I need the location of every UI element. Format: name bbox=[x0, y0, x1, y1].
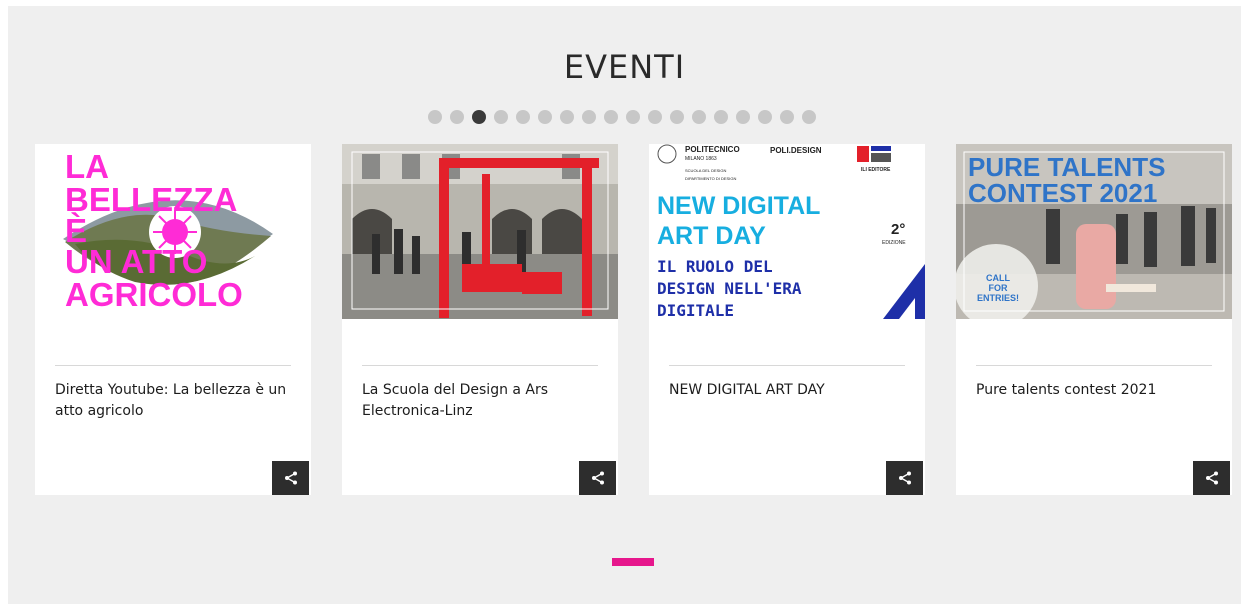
image-subhead: IL RUOLO DEL bbox=[657, 257, 773, 276]
pagination-dot[interactable] bbox=[604, 110, 618, 124]
pagination-dot[interactable] bbox=[714, 110, 728, 124]
event-image[interactable]: POLITECNICO MILANO 1863 SCUOLA DEL DESIG… bbox=[649, 144, 925, 319]
pagination-dot[interactable] bbox=[692, 110, 706, 124]
logo-text: POLI.DESIGN bbox=[770, 146, 822, 155]
carousel-pagination bbox=[428, 110, 816, 124]
share-button[interactable] bbox=[1193, 461, 1230, 495]
event-image[interactable]: LA BELLEZZA È UN ATTO AGRICOLO bbox=[35, 144, 311, 319]
event-image[interactable] bbox=[342, 144, 618, 319]
pagination-dot[interactable] bbox=[670, 110, 684, 124]
event-title[interactable]: La Scuola del Design a Ars Electronica-L… bbox=[362, 380, 600, 422]
image-subhead: DIGITALE bbox=[657, 301, 734, 319]
active-indicator bbox=[612, 558, 654, 566]
logo-subtext: SCUOLA DEL DESIGN bbox=[685, 168, 727, 173]
logo-text: ILI EDITORE bbox=[861, 167, 891, 173]
event-title[interactable]: Pure talents contest 2021 bbox=[976, 380, 1214, 401]
share-icon bbox=[284, 471, 297, 485]
pagination-dot-active[interactable] bbox=[472, 110, 486, 124]
share-icon bbox=[1205, 471, 1218, 485]
pagination-dot[interactable] bbox=[516, 110, 530, 124]
event-card[interactable]: La Scuola del Design a Ars Electronica-L… bbox=[342, 144, 618, 495]
event-card[interactable]: PURE TALENTS CONTEST 2021 CALL FOR ENTRI… bbox=[956, 144, 1232, 495]
image-subhead: DESIGN NELL'ERA bbox=[657, 279, 802, 298]
badge-text: FOR bbox=[989, 283, 1008, 293]
share-button[interactable] bbox=[272, 461, 309, 495]
image-text-line: BELLEZZA bbox=[65, 181, 237, 218]
image-text-line: UN ATTO bbox=[65, 243, 207, 280]
logo-subtext: DIPARTIMENTO DI DESIGN bbox=[685, 176, 736, 181]
pagination-dot[interactable] bbox=[780, 110, 794, 124]
share-icon bbox=[898, 471, 911, 485]
pagination-dot[interactable] bbox=[450, 110, 464, 124]
pagination-dot[interactable] bbox=[802, 110, 816, 124]
pagination-dot[interactable] bbox=[758, 110, 772, 124]
edition-number: 2° bbox=[891, 221, 905, 238]
event-card[interactable]: POLITECNICO MILANO 1863 SCUOLA DEL DESIG… bbox=[649, 144, 925, 495]
pagination-dot[interactable] bbox=[626, 110, 640, 124]
image-headline: CONTEST 2021 bbox=[968, 178, 1157, 208]
pagination-dot[interactable] bbox=[494, 110, 508, 124]
section-title: EVENTI bbox=[563, 48, 686, 86]
pagination-dot[interactable] bbox=[736, 110, 750, 124]
image-text-line: LA bbox=[65, 148, 109, 185]
share-icon bbox=[591, 471, 604, 485]
logo-text: POLITECNICO bbox=[685, 145, 740, 154]
logo-subtext: MILANO 1863 bbox=[685, 156, 717, 162]
share-button[interactable] bbox=[579, 461, 616, 495]
card-divider bbox=[976, 365, 1212, 366]
card-divider bbox=[362, 365, 598, 366]
image-headline: NEW DIGITAL bbox=[657, 192, 820, 220]
event-title[interactable]: Diretta Youtube: La bellezza è un atto a… bbox=[55, 380, 293, 422]
event-image[interactable]: PURE TALENTS CONTEST 2021 CALL FOR ENTRI… bbox=[956, 144, 1232, 319]
event-card[interactable]: LA BELLEZZA È UN ATTO AGRICOLO Diretta Y… bbox=[35, 144, 311, 495]
pagination-dot[interactable] bbox=[538, 110, 552, 124]
event-title[interactable]: NEW DIGITAL ART DAY bbox=[669, 380, 907, 401]
badge-text: CALL bbox=[986, 273, 1010, 283]
badge-text: ENTRIES! bbox=[977, 293, 1019, 303]
edition-label: EDIZIONE bbox=[882, 240, 906, 246]
image-text-line: AGRICOLO bbox=[65, 276, 243, 313]
image-headline: ART DAY bbox=[657, 222, 766, 250]
pagination-dot[interactable] bbox=[648, 110, 662, 124]
share-button[interactable] bbox=[886, 461, 923, 495]
card-divider bbox=[55, 365, 291, 366]
pagination-dot[interactable] bbox=[428, 110, 442, 124]
pagination-dot[interactable] bbox=[560, 110, 574, 124]
card-divider bbox=[669, 365, 905, 366]
pagination-dot[interactable] bbox=[582, 110, 596, 124]
